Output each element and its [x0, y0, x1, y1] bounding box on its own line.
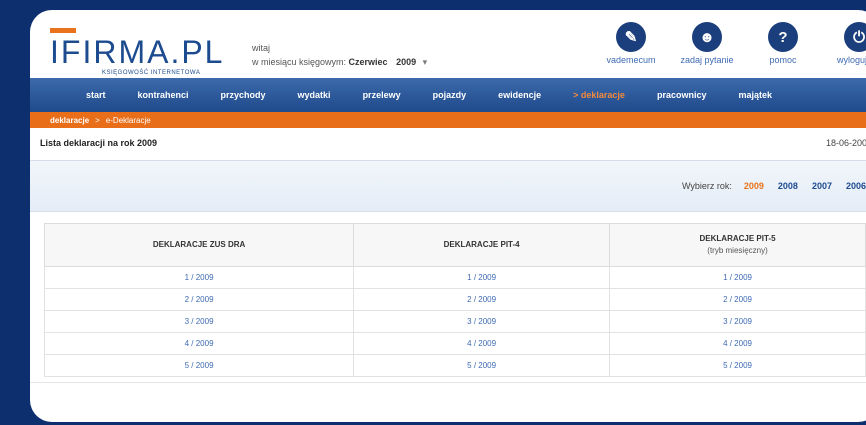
top-icon-label: pomoc — [769, 55, 797, 65]
table-cell: 4 / 2009 — [43, 332, 355, 355]
table-row: 4 / 2009 4 / 2009 4 / 2009 — [43, 332, 866, 355]
column-title: DEKLARACJE ZUS DRA — [152, 240, 246, 249]
column-title: DEKLARACJE PIT-4 — [443, 240, 520, 249]
table-cell: 3 / 2009 — [353, 310, 611, 333]
table-cell: 1 / 2009 — [353, 266, 611, 289]
column-title: DEKLARACJE PIT-5 — [699, 234, 776, 243]
logo-subtitle: KSIĘGOWOŚĆ INTERNETOWA — [102, 70, 201, 76]
declaration-link[interactable]: 5 / 2009 — [467, 361, 496, 370]
declaration-link[interactable]: 4 / 2009 — [467, 339, 496, 348]
nav-item-przychody[interactable]: przychody — [205, 90, 282, 100]
title-row: Lista deklaracji na rok 2009 18-06-2009 — [40, 135, 866, 151]
month-label: w miesiącu księgowym: — [252, 57, 347, 67]
month-value: Czerwiec — [348, 57, 388, 67]
top-icon-label: wyloguj się — [836, 55, 866, 65]
table-cell: 1 / 2009 — [43, 266, 355, 289]
table-row: 1 / 2009 1 / 2009 1 / 2009 — [43, 266, 866, 289]
table-cell: 4 / 2009 — [609, 332, 866, 355]
month-year: 2009 — [396, 57, 417, 67]
top-icon-button-book[interactable]: ✎ vademecum — [600, 22, 662, 65]
table-cell: 2 / 2009 — [43, 288, 355, 311]
app-window: IFIRMA.PL KSIĘGOWOŚĆ INTERNETOWA witaj w… — [30, 10, 866, 422]
accounting-month[interactable]: w miesiącu księgowym: Czerwiec 2009 ▾ — [252, 55, 427, 69]
column-header: DEKLARACJE ZUS DRA — [43, 223, 355, 267]
table-cell: 5 / 2009 — [609, 354, 866, 377]
top-icon-label: zadaj pytanie — [680, 55, 734, 65]
book-icon: ✎ — [616, 22, 646, 52]
table-cell: 3 / 2009 — [609, 310, 866, 333]
table-body: 1 / 2009 1 / 2009 1 / 2009 2 / 2009 2 / 2009… — [43, 266, 866, 377]
header: IFIRMA.PL KSIĘGOWOŚĆ INTERNETOWA witaj w… — [30, 10, 866, 78]
year-selector: Wybierz rok: 2009 2008 2007 2006 — [30, 160, 866, 212]
nav-item-przelewy[interactable]: przelewy — [347, 90, 417, 100]
table-row: 2 / 2009 2 / 2009 2 / 2009 — [43, 288, 866, 311]
help-icon: ? — [768, 22, 798, 52]
page-title: Lista deklaracji na rok 2009 — [40, 138, 158, 148]
declaration-link[interactable]: 2 / 2009 — [467, 295, 496, 304]
nav-item-pojazdy[interactable]: pojazdy — [417, 90, 483, 100]
top-icons: ✎ vademecum ☻ zadaj pytanie? pomoc ⏻ wyloguj s… — [600, 22, 866, 65]
declaration-link[interactable]: 3 / 2009 — [723, 317, 752, 326]
logo-accent-bar — [50, 28, 76, 33]
nav-item-majątek[interactable]: majątek — [722, 90, 788, 100]
table-cell: 5 / 2009 — [43, 354, 355, 377]
table-row: 3 / 2009 3 / 2009 3 / 2009 — [43, 310, 866, 333]
top-icon-label: vademecum — [606, 55, 656, 65]
declaration-link[interactable]: 1 / 2009 — [185, 273, 214, 282]
logo[interactable]: IFIRMA.PL KSIĘGOWOŚĆ INTERNETOWA — [50, 28, 224, 76]
table-cell: 1 / 2009 — [609, 266, 866, 289]
year-selector-label: Wybierz rok: — [681, 181, 732, 191]
declarations-table: DEKLARACJE ZUS DRA DEKLARACJE PIT-4 DEKLAR… — [43, 223, 866, 377]
year-link-2008[interactable]: 2008 — [778, 181, 798, 191]
nav-item-wydatki[interactable]: wydatki — [282, 90, 347, 100]
user-info: witaj w miesiącu księgowym: Czerwiec 200… — [252, 41, 427, 69]
declaration-link[interactable]: 4 / 2009 — [185, 339, 214, 348]
nav-item-start[interactable]: start — [70, 90, 122, 100]
breadcrumb-separator: > — [95, 115, 100, 125]
nav-item-pracownicy[interactable]: pracownicy — [641, 90, 723, 100]
nav-item-deklaracje[interactable]: deklaracje — [557, 90, 641, 100]
divider — [30, 382, 866, 383]
chevron-down-icon[interactable]: ▾ — [423, 57, 428, 67]
table-cell: 2 / 2009 — [609, 288, 866, 311]
table-cell: 5 / 2009 — [353, 354, 611, 377]
page-date: 18-06-2009 — [825, 138, 866, 148]
declaration-link[interactable]: 2 / 2009 — [185, 295, 214, 304]
greeting: witaj — [252, 43, 271, 53]
declaration-link[interactable]: 5 / 2009 — [185, 361, 214, 370]
table-row: 5 / 2009 5 / 2009 5 / 2009 — [43, 354, 866, 377]
column-header: DEKLARACJE PIT-5 (tryb miesięczny) — [609, 223, 866, 267]
breadcrumb: deklaracje > e-Deklaracje — [30, 112, 866, 128]
declaration-link[interactable]: 1 / 2009 — [723, 273, 752, 282]
declaration-link[interactable]: 2 / 2009 — [723, 295, 752, 304]
declaration-link[interactable]: 3 / 2009 — [185, 317, 214, 326]
nav-item-ewidencje[interactable]: ewidencje — [482, 90, 557, 100]
year-link-2009[interactable]: 2009 — [744, 181, 764, 191]
person-icon: ☻ — [692, 22, 722, 52]
top-icon-button-help[interactable]: ? pomoc — [752, 22, 814, 65]
logo-text: IFIRMA.PL — [50, 34, 225, 70]
logout-icon: ⏻ — [844, 22, 866, 52]
top-icon-button-person[interactable]: ☻ zadaj pytanie — [676, 22, 738, 65]
year-link-2006[interactable]: 2006 — [846, 181, 866, 191]
declaration-link[interactable]: 4 / 2009 — [723, 339, 752, 348]
column-header: DEKLARACJE PIT-4 — [353, 223, 611, 267]
table-cell: 2 / 2009 — [353, 288, 611, 311]
year-link-2007[interactable]: 2007 — [812, 181, 832, 191]
table-cell: 4 / 2009 — [353, 332, 611, 355]
breadcrumb-item-deklaracje[interactable]: deklaracje — [50, 116, 89, 125]
main-nav: start kontrahenci przychody wydatki przelewy… — [30, 78, 866, 112]
declaration-link[interactable]: 5 / 2009 — [723, 361, 752, 370]
column-subtitle: (tryb miesięczny) — [707, 246, 768, 255]
nav-item-kontrahenci[interactable]: kontrahenci — [122, 90, 205, 100]
table-cell: 3 / 2009 — [43, 310, 355, 333]
top-icon-button-logout[interactable]: ⏻ wyloguj się — [828, 22, 866, 65]
declaration-link[interactable]: 3 / 2009 — [467, 317, 496, 326]
declaration-link[interactable]: 1 / 2009 — [467, 273, 496, 282]
table-header-row: DEKLARACJE ZUS DRA DEKLARACJE PIT-4 DEKLAR… — [43, 223, 866, 267]
breadcrumb-item-e-deklaracje[interactable]: e-Deklaracje — [106, 116, 151, 125]
